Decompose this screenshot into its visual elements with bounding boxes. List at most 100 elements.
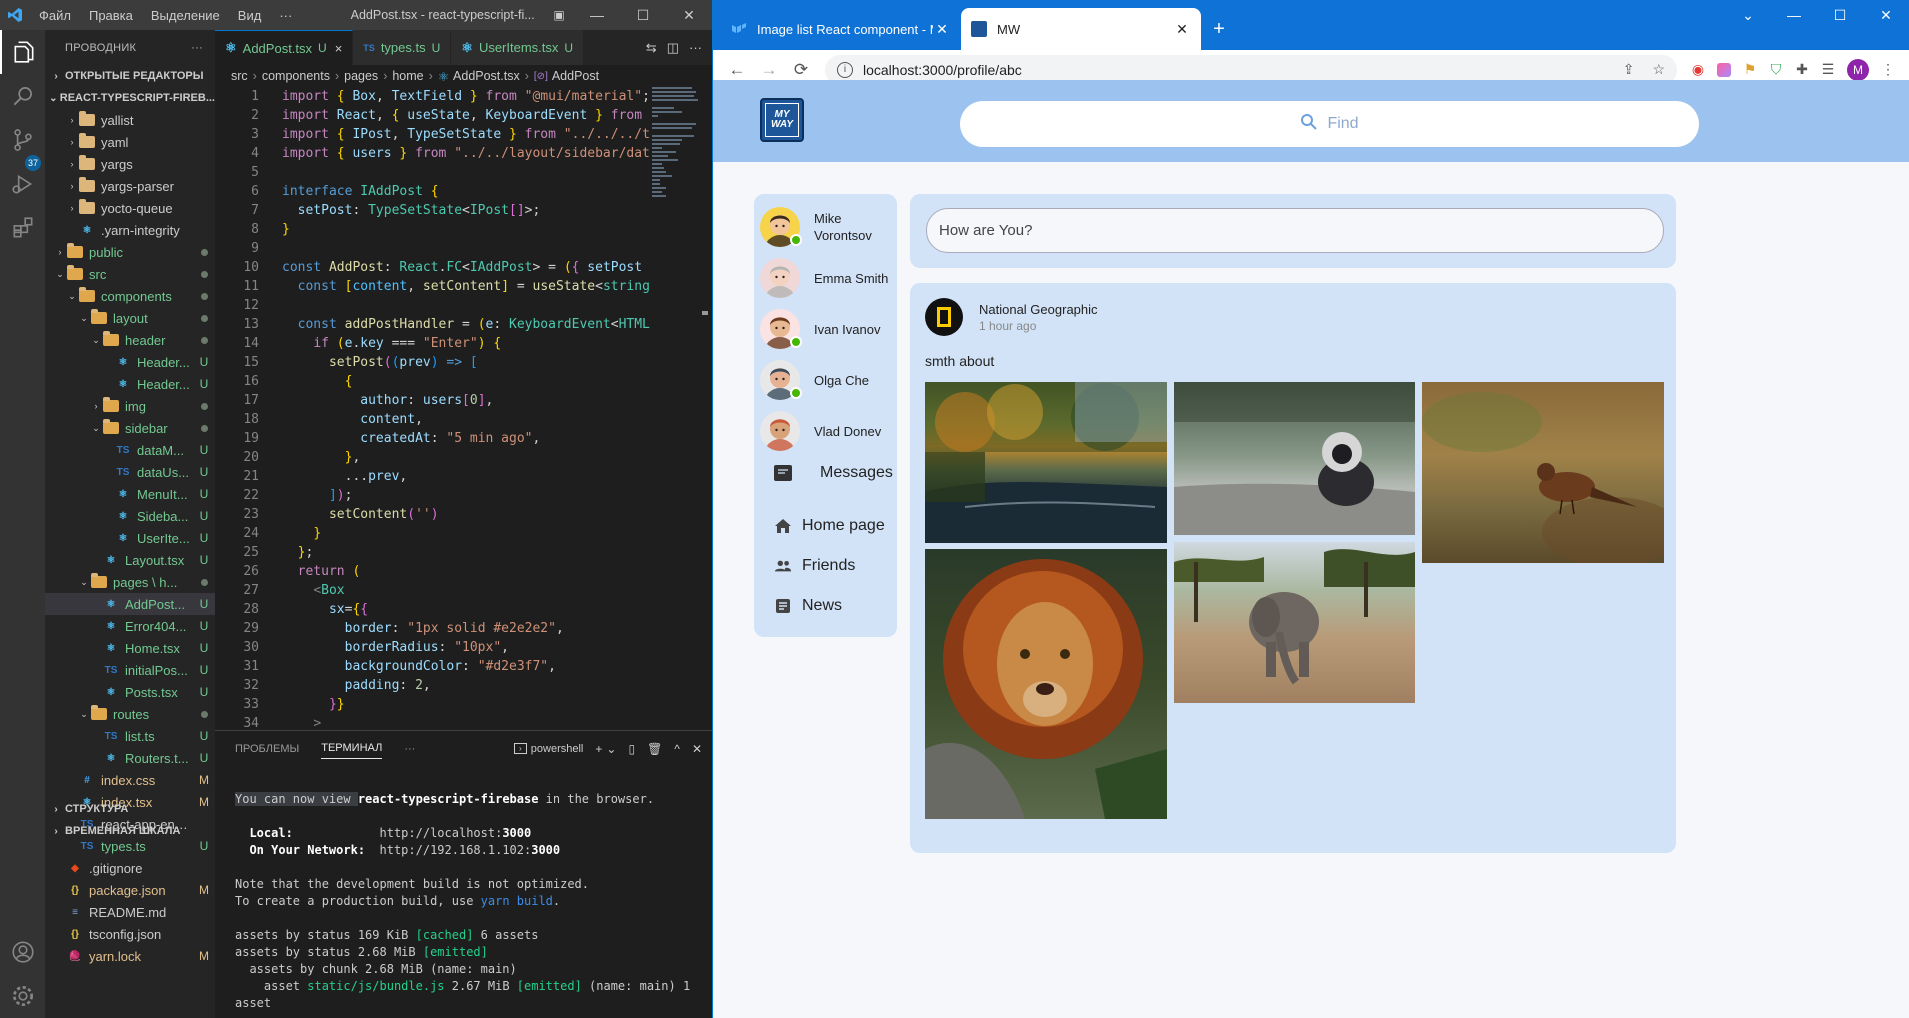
file-item[interactable]: ⚛ Layout.tsx U xyxy=(45,549,215,571)
file-item[interactable]: TS dataUs... U xyxy=(45,461,215,483)
menu-item[interactable]: Вид xyxy=(229,8,271,23)
code-editor[interactable]: 1 import { Box, TextField } from "@mui/ma… xyxy=(215,87,712,730)
photo-elephant[interactable] xyxy=(1174,542,1415,703)
new-terminal-icon[interactable]: + xyxy=(595,742,602,756)
folder-item[interactable]: › yargs xyxy=(45,153,215,175)
user-item[interactable]: Ivan Ivanov xyxy=(760,306,890,352)
user-item[interactable]: Mike Vorontsov xyxy=(760,204,890,250)
open-editors-section[interactable]: › ОТКРЫТЫЕ РЕДАКТОРЫ xyxy=(45,65,215,87)
tab-search-icon[interactable]: ⌄ xyxy=(1725,0,1771,30)
split-terminal-icon[interactable]: ▯ xyxy=(628,742,635,756)
minimap[interactable] xyxy=(652,87,698,197)
file-item[interactable]: ⚛ Sideba... U xyxy=(45,505,215,527)
browser-tab-mui[interactable]: Image list React component - M ✕ xyxy=(721,8,961,50)
folder-item[interactable]: ⌄ sidebar xyxy=(45,417,215,439)
file-item[interactable]: TS dataM... U xyxy=(45,439,215,461)
split-editor-icon[interactable]: ◫ xyxy=(667,40,679,56)
close-window-icon[interactable]: ✕ xyxy=(666,0,712,30)
editor-tab[interactable]: ⚛ AddPost.tsx U × xyxy=(215,30,354,65)
menu-item[interactable]: Файл xyxy=(30,8,80,23)
file-item[interactable]: {} tsconfig.json xyxy=(45,923,215,945)
file-item[interactable]: ⚛ Header... U xyxy=(45,351,215,373)
minimize-icon[interactable]: — xyxy=(574,0,620,30)
project-section[interactable]: ⌄ REACT-TYPESCRIPT-FIREB... xyxy=(45,87,215,109)
folder-item[interactable]: › yocto-queue xyxy=(45,197,215,219)
folder-item[interactable]: ⌄ src xyxy=(45,263,215,285)
close-tab-icon[interactable]: ✕ xyxy=(933,21,951,38)
search-input[interactable]: Find xyxy=(960,101,1699,147)
maximize-icon[interactable]: ☐ xyxy=(620,0,666,30)
file-item[interactable]: ⚛ MenuIt... U xyxy=(45,483,215,505)
folder-item[interactable]: ⌄ routes xyxy=(45,703,215,725)
terminal-output[interactable]: You can now view react-typescript-fireba… xyxy=(215,766,712,1012)
editor-tab[interactable]: TS types.ts U xyxy=(353,30,452,65)
folder-item[interactable]: ⌄ header xyxy=(45,329,215,351)
folder-item[interactable]: › public xyxy=(45,241,215,263)
photo-forest-river[interactable] xyxy=(925,382,1167,543)
file-item[interactable]: ⚛ Error404... U xyxy=(45,615,215,637)
menu-item[interactable]: ··· xyxy=(270,8,301,23)
close-tab-icon[interactable]: ✕ xyxy=(1173,21,1191,38)
menu-item[interactable]: Правка xyxy=(80,8,142,23)
file-item[interactable]: 🧶 yarn.lock M xyxy=(45,945,215,967)
file-item[interactable]: ◆ .gitignore xyxy=(45,857,215,879)
file-item[interactable]: ⚛ Header... U xyxy=(45,373,215,395)
explorer-icon[interactable] xyxy=(0,30,45,74)
post-author[interactable]: National Geographic xyxy=(979,302,1098,317)
layout-toggle-icon[interactable]: ▣ xyxy=(544,8,574,22)
tab-terminal[interactable]: ТЕРМИНАЛ xyxy=(321,742,383,759)
breadcrumb-item[interactable]: AddPost.tsx xyxy=(453,69,520,83)
close-window-icon[interactable]: ✕ xyxy=(1863,0,1909,30)
folder-item[interactable]: ⌄ layout xyxy=(45,307,215,329)
tab-problems[interactable]: ПРОБЛЕМЫ xyxy=(235,743,299,755)
folder-item[interactable]: ⌄ pages \ h... xyxy=(45,571,215,593)
browser-tab-mw[interactable]: MW ✕ xyxy=(961,8,1201,50)
user-item[interactable]: Emma Smith xyxy=(760,255,890,301)
outline-section[interactable]: › СТРУКТУРА xyxy=(45,798,215,820)
folder-item[interactable]: › img xyxy=(45,395,215,417)
breadcrumb-item[interactable]: src xyxy=(231,69,248,83)
file-item[interactable]: ⚛ UserIte... U xyxy=(45,527,215,549)
settings-gear-icon[interactable] xyxy=(0,974,45,1018)
file-item[interactable]: TS list.ts U xyxy=(45,725,215,747)
timeline-section[interactable]: › ВРЕМЕННАЯ ШКАЛА xyxy=(45,820,215,842)
user-item[interactable]: Olga Che xyxy=(760,357,890,403)
compare-changes-icon[interactable]: ⇆ xyxy=(646,40,657,56)
close-tab-icon[interactable]: × xyxy=(335,41,343,56)
nav-home-page[interactable]: Home page xyxy=(774,517,885,535)
file-item[interactable]: ⚛ Home.tsx U xyxy=(45,637,215,659)
maximize-icon[interactable]: ☐ xyxy=(1817,0,1863,30)
user-item[interactable]: Vlad Donev xyxy=(760,408,890,454)
kill-terminal-icon[interactable]: 🗑 xyxy=(647,742,662,756)
file-item[interactable]: ⚛ AddPost... U xyxy=(45,593,215,615)
editor-tab[interactable]: ⚛ UserItems.tsx U xyxy=(451,30,585,65)
app-logo[interactable]: MY WAY xyxy=(760,98,804,142)
file-item[interactable]: ≡ README.md xyxy=(45,901,215,923)
breadcrumb-item[interactable]: AddPost xyxy=(552,69,599,83)
post-input[interactable]: How are You? xyxy=(926,208,1664,253)
close-panel-icon[interactable]: ✕ xyxy=(692,742,702,756)
breadcrumb-item[interactable]: home xyxy=(392,69,423,83)
photo-lion[interactable] xyxy=(925,549,1167,819)
minimize-icon[interactable]: — xyxy=(1771,0,1817,30)
bookmark-star-icon[interactable]: ☆ xyxy=(1652,61,1665,78)
photo-bird[interactable] xyxy=(1422,382,1664,563)
photo-monkey[interactable] xyxy=(1174,382,1415,535)
run-debug-icon[interactable] xyxy=(0,162,45,206)
maximize-panel-icon[interactable]: ^ xyxy=(674,742,680,756)
panel-more-icon[interactable]: ··· xyxy=(404,743,415,755)
terminal-dropdown-icon[interactable]: ⌄ xyxy=(606,742,616,756)
share-icon[interactable]: ⇪ xyxy=(1623,61,1635,78)
folder-item[interactable]: › yaml xyxy=(45,131,215,153)
profile-avatar[interactable]: M xyxy=(1847,58,1869,81)
accounts-icon[interactable] xyxy=(0,930,45,974)
nav-friends[interactable]: Friends xyxy=(774,557,855,575)
file-item[interactable]: ⚛ Posts.tsx U xyxy=(45,681,215,703)
editor-scrollbar[interactable] xyxy=(698,87,712,727)
menu-item[interactable]: Выделение xyxy=(142,8,229,23)
folder-item[interactable]: › yallist xyxy=(45,109,215,131)
explorer-more-icon[interactable]: ··· xyxy=(191,42,203,54)
folder-item[interactable]: › yargs-parser xyxy=(45,175,215,197)
search-icon[interactable] xyxy=(0,74,45,118)
messages-link[interactable]: Messages xyxy=(774,464,893,482)
